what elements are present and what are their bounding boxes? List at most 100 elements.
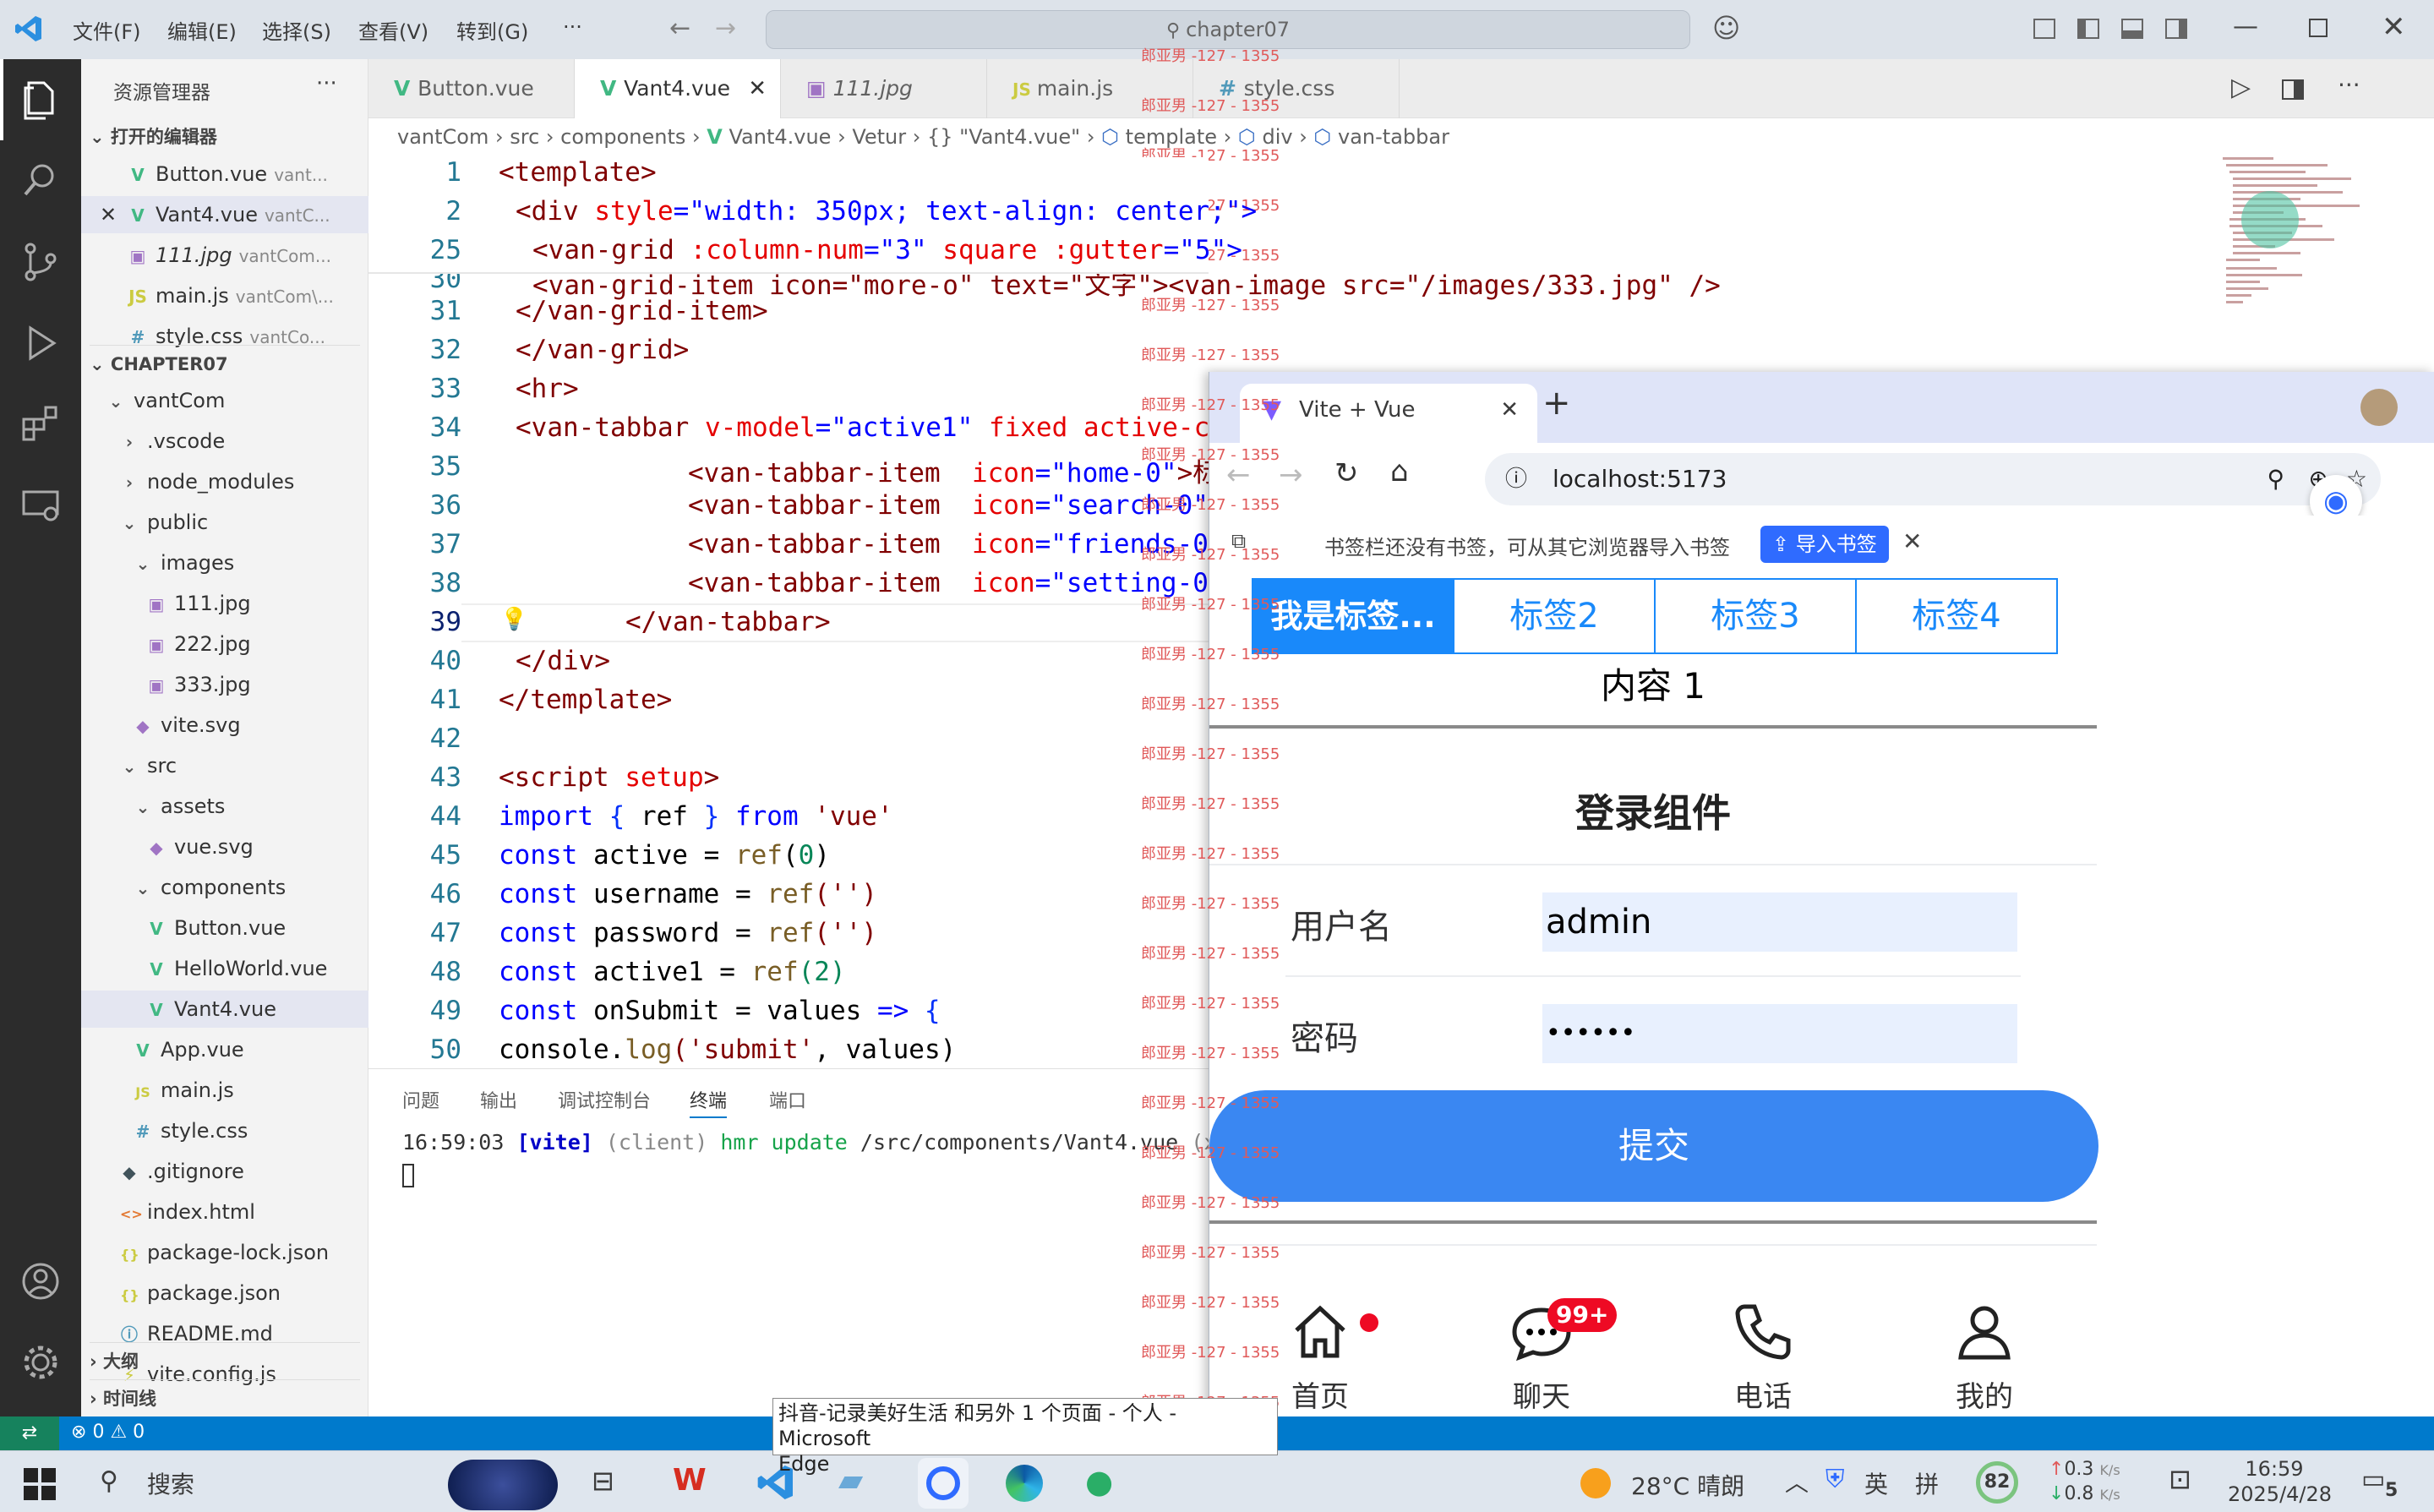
open-editor-item[interactable]: ▣ 111.jpg vantCom... xyxy=(81,237,368,274)
menu-more[interactable]: ··· xyxy=(563,15,582,39)
breadcrumb-item[interactable]: Vant4.vue xyxy=(729,125,831,149)
submit-button[interactable]: 提交 xyxy=(1209,1090,2098,1202)
import-favorites-button[interactable]: ⇪ 导入书签 xyxy=(1760,526,1889,563)
site-info-icon[interactable]: ⓘ xyxy=(1505,453,1527,505)
search-highlight-image[interactable] xyxy=(448,1460,558,1510)
editor-more-icon[interactable]: ··· xyxy=(2338,71,2360,99)
terminal-output[interactable]: 16:59:03 [vite] (client) hmr update /src… xyxy=(402,1130,1216,1154)
extensions-icon[interactable] xyxy=(17,401,64,448)
tree-item[interactable]: ◆ .gitignore xyxy=(81,1153,368,1190)
tree-item[interactable]: {} package-lock.json xyxy=(81,1234,368,1271)
tree-item[interactable]: ⌄ assets xyxy=(81,788,368,825)
tree-item[interactable]: ▣ 111.jpg xyxy=(81,585,368,622)
close-editor-icon[interactable]: ✕ xyxy=(100,196,117,233)
problems-indicator[interactable]: ⊗ 0 ⚠ 0 xyxy=(71,1422,145,1443)
menu-file[interactable]: 文件(F) xyxy=(73,15,141,45)
tab-4[interactable]: 标签4 xyxy=(1855,578,2058,654)
tab-ports[interactable]: 端口 xyxy=(769,1086,806,1113)
tree-item[interactable]: # style.css xyxy=(81,1112,368,1149)
back-arrow-icon[interactable]: ← xyxy=(669,14,690,43)
wps-icon[interactable]: W xyxy=(673,1463,707,1498)
open-editor-item[interactable]: V Button.vue vant... xyxy=(81,156,368,193)
restore-icon[interactable] xyxy=(2309,19,2328,37)
tabbar-item-chat[interactable]: 99+ 聊天 xyxy=(1431,1298,1652,1416)
search-icon[interactable] xyxy=(17,157,64,205)
breadcrumb-item[interactable]: components xyxy=(560,125,685,149)
tabbar-item-phone[interactable]: 电话 xyxy=(1652,1298,1874,1416)
source-control-icon[interactable] xyxy=(17,238,64,286)
close-tab-icon[interactable]: ✕ xyxy=(748,59,767,118)
menu-view[interactable]: 查看(V) xyxy=(358,15,428,45)
minimize-icon[interactable]: — xyxy=(2233,12,2258,41)
tree-item[interactable]: V App.vue xyxy=(81,1031,368,1068)
forward-icon[interactable]: → xyxy=(1279,458,1303,492)
password-input[interactable]: •••••• xyxy=(1542,1004,2017,1063)
ime-language[interactable]: 英 xyxy=(1864,1466,1888,1500)
tab-vant4-vue[interactable]: V Vant4.vue ✕ xyxy=(575,59,781,118)
run-debug-icon[interactable] xyxy=(17,319,64,367)
timeline-header[interactable]: › 时间线 xyxy=(90,1379,360,1416)
close-window-icon[interactable]: ✕ xyxy=(2382,10,2406,44)
screen-icon[interactable]: ⊡ xyxy=(2169,1463,2191,1495)
tree-item[interactable]: <> index.html xyxy=(81,1193,368,1231)
lightbulb-icon[interactable]: 💡 xyxy=(500,607,527,632)
browser-tab[interactable]: ▼ Vite + Vue ✕ xyxy=(1240,384,1537,443)
toggle-secondary-sidebar-icon[interactable] xyxy=(2165,19,2187,39)
notification-icon[interactable]: ▭ xyxy=(2361,1465,2385,1494)
weather-text[interactable]: 28°C 晴朗 xyxy=(1631,1468,1744,1502)
windows-start-icon[interactable] xyxy=(24,1468,56,1500)
tab-output[interactable]: 输出 xyxy=(480,1086,517,1113)
tree-item[interactable]: ◆ vite.svg xyxy=(81,707,368,744)
clock[interactable]: 16:59 2025/4/28 xyxy=(2228,1456,2332,1507)
profile-avatar[interactable] xyxy=(2360,389,2398,426)
tree-item[interactable]: ⌄ images xyxy=(81,544,368,581)
ime-mode[interactable]: 拼 xyxy=(1915,1466,1939,1500)
tab-3[interactable]: 标签3 xyxy=(1654,578,1857,654)
account-icon[interactable] xyxy=(17,1258,64,1305)
new-tab-button[interactable]: + xyxy=(1542,384,1571,423)
tab-button-vue[interactable]: V Button.vue xyxy=(368,59,575,118)
toggle-sidebar-icon[interactable] xyxy=(2077,19,2099,39)
remote-explorer-icon[interactable] xyxy=(17,482,64,529)
split-editor-icon[interactable] xyxy=(2282,79,2304,100)
breadcrumb-item[interactable]: vantCom xyxy=(397,125,488,149)
tree-item[interactable]: V Vant4.vue xyxy=(81,991,368,1028)
tray-chevron-icon[interactable]: ︿ xyxy=(1785,1465,1809,1498)
tree-item[interactable]: JS main.js xyxy=(81,1072,368,1109)
breadcrumb-item[interactable]: van-tabbar xyxy=(1338,125,1449,149)
breadcrumb-item[interactable]: {} "Vant4.vue" xyxy=(927,125,1080,149)
open-editor-item[interactable]: JS main.js vantCom\... xyxy=(81,277,368,314)
tree-item[interactable]: ⌄ vantCom xyxy=(81,382,368,419)
menu-edit[interactable]: 编辑(E) xyxy=(167,15,237,45)
username-input[interactable]: admin xyxy=(1542,892,2017,952)
tree-item[interactable]: ◆ vue.svg xyxy=(81,828,368,865)
copilot-icon[interactable]: ☺ xyxy=(1712,12,1740,44)
tree-item[interactable]: ⌄ components xyxy=(81,869,368,906)
minimap[interactable] xyxy=(2214,157,2417,343)
tree-item[interactable]: V Button.vue xyxy=(81,909,368,947)
menu-selection[interactable]: 选择(S) xyxy=(262,15,331,45)
security-shield-icon[interactable]: ⛨ xyxy=(1826,1465,1845,1494)
close-favbar-icon[interactable]: ✕ xyxy=(1902,527,1922,555)
code-editor[interactable]: 1 2 25 30 31 32 33 34 35 36 37 38 39 40 41 42 43 44 45 46 47… xyxy=(368,157,1721,1068)
tab-terminal[interactable]: 终端 xyxy=(690,1086,728,1118)
menu-go[interactable]: 转到(G) xyxy=(456,15,528,45)
open-editors-header[interactable]: ⌄ 打开的编辑器 xyxy=(90,118,360,156)
remote-indicator[interactable]: ⇄ xyxy=(0,1416,59,1450)
tree-item[interactable]: ⌄ src xyxy=(81,747,368,784)
close-tab-icon[interactable]: ✕ xyxy=(1500,384,1519,436)
run-icon[interactable]: ▷ xyxy=(2231,73,2251,102)
tree-item[interactable]: › .vscode xyxy=(81,423,368,460)
outline-header[interactable]: › 大纲 xyxy=(90,1342,360,1379)
tab-111-jpg[interactable]: ▣ 111.jpg xyxy=(781,59,987,118)
tab-debug-console[interactable]: 调试控制台 xyxy=(558,1086,651,1113)
tabbar-item-mine[interactable]: 我的 xyxy=(1874,1298,2095,1416)
toggle-panel-icon[interactable] xyxy=(2121,19,2143,39)
manage-gear-icon[interactable] xyxy=(17,1339,64,1386)
taskbar-search-label[interactable]: 搜索 xyxy=(147,1466,194,1500)
tree-item[interactable]: ⌄ public xyxy=(81,504,368,541)
tree-item[interactable]: ▣ 222.jpg xyxy=(81,625,368,663)
tree-item[interactable]: {} package.json xyxy=(81,1275,368,1312)
search-icon[interactable]: ⚲ xyxy=(100,1466,118,1496)
tab-2[interactable]: 标签2 xyxy=(1453,578,1656,654)
